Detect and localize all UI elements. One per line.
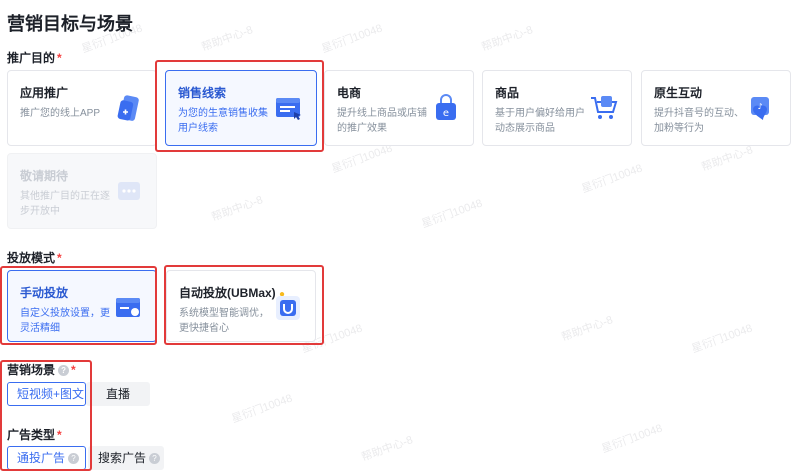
card-desc-line: 动态展示商品 [495,123,555,134]
watermark-text: 星衍门10048 [580,162,645,196]
watermark-text: 星衍门10048 [230,392,295,426]
svg-text:e: e [443,108,449,119]
card-title: 商品 [495,86,520,100]
watermark-text: 帮助中心-8 [559,314,615,344]
highlight-box-scene-adtype [0,360,92,471]
card-desc: 提升线上商品或店铺 的推广效果 [337,106,427,136]
required-mark: * [57,51,62,65]
mode-label-text: 投放模式 [7,251,56,265]
goal-card-app-promotion[interactable]: 应用推广 推广您的线上APP [7,70,157,146]
card-title: 敬请期待 [20,169,69,183]
option-label: 搜索广告 [98,451,147,465]
card-desc-line: 基于用户偏好给用户 [495,108,585,119]
card-desc: 提升抖音号的互动、 加粉等行为 [654,106,744,136]
card-title: 应用推广 [20,86,69,100]
goal-card-product[interactable]: 商品 基于用户偏好给用户 动态展示商品 [482,70,632,146]
watermark-text: 帮助中心-8 [359,434,415,464]
goal-label-text: 推广目的 [7,51,56,65]
highlight-box-manual [0,266,157,345]
watermark-text: 帮助中心-8 [199,24,255,54]
watermark-text: 帮助中心-8 [699,144,755,174]
scene-option-live[interactable]: 直播 [86,382,150,406]
watermark-text: 星衍门10048 [320,22,385,56]
highlight-box-auto [164,265,324,345]
help-icon[interactable]: ? [149,453,161,465]
card-title: 原生互动 [654,86,703,100]
card-title: 电商 [337,86,362,100]
card-desc-line: 提升抖音号的互动、 [654,108,744,119]
card-desc: 其他推广目的正在逐 步开放中 [20,189,110,219]
mode-section-label: 投放模式 * [7,249,62,266]
card-desc: 推广您的线上APP [20,106,100,121]
shopping-cart-icon [591,96,618,119]
goal-section-label: 推广目的 * [7,49,62,66]
adtype-option-search[interactable]: 搜索广告? [88,446,164,470]
card-desc-line: 步开放中 [20,206,60,217]
watermark-text: 星衍门10048 [420,197,485,231]
card-desc-line: 推广您的线上APP [20,108,101,119]
douyin-heart-icon: ♪ [751,97,769,120]
phone-plus-icon [117,95,139,121]
page-title: 营销目标与场景 [7,14,133,34]
shopping-bag-icon: e [436,94,456,120]
required-mark: * [57,251,62,265]
card-desc-line: 加粉等行为 [654,123,704,134]
card-desc: 基于用户偏好给用户 动态展示商品 [495,106,585,136]
goal-card-native-interaction[interactable]: 原生互动 提升抖音号的互动、 加粉等行为 ♪ [641,70,791,146]
more-dots-icon [118,182,140,200]
highlight-box-sales-leads [155,60,324,152]
card-desc-line: 提升线上商品或店铺 [337,108,427,119]
watermark-text: 帮助中心-8 [479,24,535,54]
watermark-text: 星衍门10048 [600,422,665,456]
watermark-text: 帮助中心-8 [209,194,265,224]
goal-card-ecommerce[interactable]: 电商 提升线上商品或店铺 的推广效果 e [324,70,474,146]
svg-text:♪: ♪ [757,102,762,111]
watermark-text: 星衍门10048 [690,322,755,356]
card-desc-line: 的推广效果 [337,123,387,134]
goal-card-coming-soon: 敬请期待 其他推广目的正在逐 步开放中 [7,153,157,229]
card-desc-line: 其他推广目的正在逐 [20,191,110,202]
